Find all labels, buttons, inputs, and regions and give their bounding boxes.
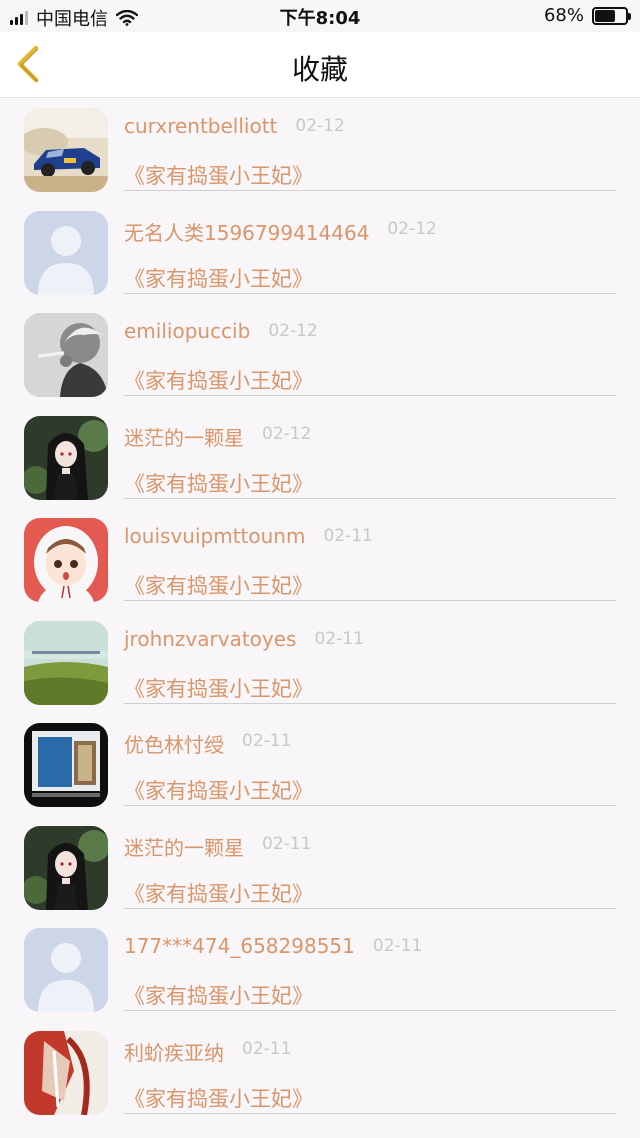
username[interactable]: louisvuipmttounm bbox=[124, 524, 305, 548]
avatar[interactable] bbox=[24, 723, 108, 807]
book-title[interactable]: 《家有捣蛋小王妃》 bbox=[124, 1083, 313, 1113]
username[interactable]: jrohnzvarvatoyes bbox=[124, 627, 296, 651]
avatar-image bbox=[24, 210, 108, 295]
avatar[interactable] bbox=[24, 1030, 108, 1115]
avatar[interactable] bbox=[24, 620, 108, 705]
book-title[interactable]: 《家有捣蛋小王妃》 bbox=[124, 468, 313, 498]
avatar-image bbox=[24, 1030, 108, 1115]
username[interactable]: 177***474_658298551 bbox=[124, 934, 355, 958]
avatar[interactable] bbox=[24, 518, 108, 602]
list-item[interactable]: 迷茫的一颗星 02-12 《家有捣蛋小王妃》 bbox=[0, 406, 640, 509]
book-title[interactable]: 《家有捣蛋小王妃》 bbox=[124, 263, 313, 293]
avatar[interactable] bbox=[24, 415, 108, 500]
timestamp: 02-12 bbox=[387, 218, 437, 239]
avatar[interactable] bbox=[24, 210, 108, 295]
divider bbox=[124, 805, 616, 806]
timestamp: 02-12 bbox=[268, 321, 318, 341]
navigation-bar: 收藏 bbox=[0, 32, 640, 98]
book-title[interactable]: 《家有捣蛋小王妃》 bbox=[124, 160, 313, 190]
battery-fill bbox=[595, 9, 616, 22]
avatar-image bbox=[24, 313, 108, 397]
username[interactable]: 无名人类1596799414464 bbox=[124, 217, 369, 246]
username[interactable]: 优色林忖绶 bbox=[124, 729, 224, 758]
book-title[interactable]: 《家有捣蛋小王妃》 bbox=[124, 980, 313, 1010]
divider bbox=[124, 292, 616, 294]
battery-percent: 68% bbox=[543, 5, 584, 26]
list-item[interactable]: emiliopuccib 02-12 《家有捣蛋小王妃》 bbox=[0, 303, 640, 406]
divider bbox=[124, 702, 616, 704]
username[interactable]: 迷茫的一颗星 bbox=[124, 832, 244, 861]
status-bar: 中国电信 下午8:04 68% bbox=[0, 0, 640, 32]
book-title[interactable]: 《家有捣蛋小王妃》 bbox=[124, 878, 313, 908]
timestamp: 02-11 bbox=[242, 1038, 292, 1059]
timestamp: 02-12 bbox=[262, 423, 312, 444]
timestamp: 02-11 bbox=[314, 628, 364, 649]
book-title[interactable]: 《家有捣蛋小王妃》 bbox=[124, 365, 313, 395]
avatar[interactable] bbox=[24, 928, 108, 1012]
timestamp: 02-11 bbox=[242, 731, 292, 751]
divider bbox=[124, 600, 616, 601]
avatar-image bbox=[24, 108, 108, 192]
avatar-image bbox=[24, 518, 108, 602]
username[interactable]: curxrentbelliott bbox=[124, 114, 277, 138]
avatar[interactable] bbox=[24, 825, 108, 910]
avatar-image bbox=[24, 825, 108, 910]
avatar-image bbox=[24, 415, 108, 500]
battery-icon bbox=[592, 6, 631, 25]
list-item[interactable]: 无名人类1596799414464 02-12 《家有捣蛋小王妃》 bbox=[0, 201, 640, 304]
avatar-image bbox=[24, 620, 108, 705]
timestamp: 02-11 bbox=[262, 833, 312, 854]
book-title[interactable]: 《家有捣蛋小王妃》 bbox=[124, 673, 313, 703]
divider bbox=[124, 395, 616, 396]
username[interactable]: 利蚧疾亚纳 bbox=[124, 1037, 224, 1066]
favorites-list: curxrentbelliott 02-12 《家有捣蛋小王妃》 无名人类159679… bbox=[0, 98, 640, 1138]
divider bbox=[124, 190, 616, 191]
list-item[interactable]: 利蚧疾亚纳 02-11 《家有捣蛋小王妃》 bbox=[0, 1021, 640, 1124]
divider bbox=[124, 497, 616, 499]
divider bbox=[124, 1112, 616, 1114]
avatar[interactable] bbox=[24, 108, 108, 192]
status-right: 68% bbox=[543, 5, 631, 26]
list-item[interactable]: 优色林忖绶 02-11 《家有捣蛋小王妃》 bbox=[0, 713, 640, 816]
divider bbox=[124, 907, 616, 909]
list-item[interactable]: jrohnzvarvatoyes 02-11 《家有捣蛋小王妃》 bbox=[0, 611, 640, 714]
list-item[interactable]: curxrentbelliott 02-12 《家有捣蛋小王妃》 bbox=[0, 98, 640, 201]
book-title[interactable]: 《家有捣蛋小王妃》 bbox=[124, 775, 313, 805]
avatar-image bbox=[24, 928, 108, 1012]
username[interactable]: emiliopuccib bbox=[124, 319, 250, 343]
timestamp: 02-12 bbox=[295, 116, 345, 136]
avatar[interactable] bbox=[24, 313, 108, 397]
list-item[interactable]: louisvuipmttounm 02-11 《家有捣蛋小王妃》 bbox=[0, 508, 640, 611]
list-item[interactable]: 迷茫的一颗星 02-11 《家有捣蛋小王妃》 bbox=[0, 816, 640, 919]
divider bbox=[124, 1010, 616, 1011]
username[interactable]: 迷茫的一颗星 bbox=[124, 422, 244, 451]
avatar-image bbox=[24, 723, 108, 807]
timestamp: 02-11 bbox=[372, 936, 423, 956]
timestamp: 02-11 bbox=[323, 526, 373, 546]
book-title[interactable]: 《家有捣蛋小王妃》 bbox=[124, 570, 313, 600]
list-item[interactable]: 177***474_658298551 02-11 《家有捣蛋小王妃》 bbox=[0, 918, 640, 1021]
page-title: 收藏 bbox=[291, 53, 348, 86]
